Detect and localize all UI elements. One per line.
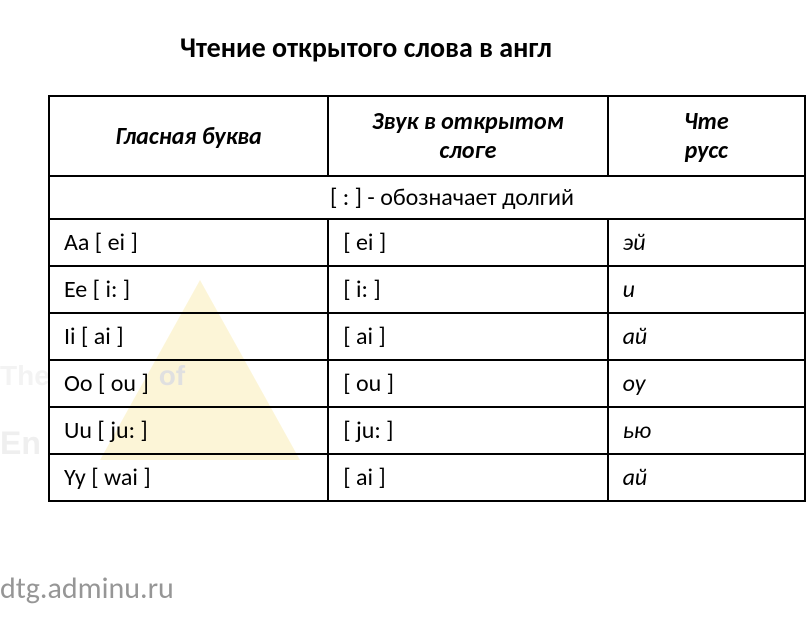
table-header-row: Гласная буква Звук в открытом слоге Чте … [49, 96, 805, 176]
cell-letter: Aa [ ei ] [49, 219, 328, 266]
cell-sound: [ ai ] [328, 454, 607, 501]
cell-reading: ью [608, 407, 805, 454]
cell-letter: Ii [ ai ] [49, 313, 328, 360]
table-row: Aa [ ei ] [ ei ] эй [49, 219, 805, 266]
cell-reading: и [608, 266, 805, 313]
table-note-row: [ : ] - обозначает долгий [49, 176, 805, 219]
header-text: Звук в открытом слоге [372, 107, 564, 165]
cell-letter: Yy [ wai ] [49, 454, 328, 501]
header-text: Чте [684, 107, 729, 136]
table-row: Yy [ wai ] [ ai ] ай [49, 454, 805, 501]
table-row: Ee [ i: ] [ i: ] и [49, 266, 805, 313]
header-text: русс [685, 136, 728, 165]
document-content: Чтение открытого слова в англ Гласная бу… [0, 0, 807, 502]
note-cell: [ : ] - обозначает долгий [49, 176, 805, 219]
header-sound: Звук в открытом слоге [328, 96, 607, 176]
cell-reading: эй [608, 219, 805, 266]
table-row: Ii [ ai ] [ ai ] ай [49, 313, 805, 360]
cell-sound: [ ju: ] [328, 407, 607, 454]
cell-letter: Ee [ i: ] [49, 266, 328, 313]
cell-sound: [ ou ] [328, 360, 607, 407]
cell-letter: Uu [ ju: ] [49, 407, 328, 454]
cell-reading: оу [608, 360, 805, 407]
table-row: Uu [ ju: ] [ ju: ] ью [49, 407, 805, 454]
cell-sound: [ ai ] [328, 313, 607, 360]
header-reading: Чте русс [608, 96, 805, 176]
page-title: Чтение открытого слова в англ [0, 0, 807, 95]
cell-letter: Oo [ ou ] [49, 360, 328, 407]
cell-sound: [ i: ] [328, 266, 607, 313]
vowel-table: Гласная буква Звук в открытом слоге Чте … [48, 95, 806, 502]
table-container: Гласная буква Звук в открытом слоге Чте … [0, 95, 807, 502]
header-vowel-letter: Гласная буква [49, 96, 328, 176]
cell-sound: [ ei ] [328, 219, 607, 266]
cell-reading: ай [608, 313, 805, 360]
cell-reading: ай [608, 454, 805, 501]
footer-url-text: dtg.adminu.ru [0, 570, 174, 607]
table-row: Oo [ ou ] [ ou ] оу [49, 360, 805, 407]
